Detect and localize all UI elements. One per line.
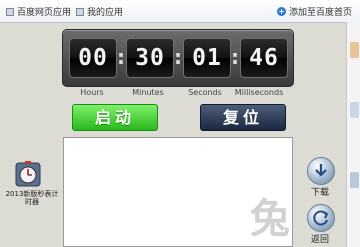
stopwatch-app-icon[interactable]: [14, 160, 42, 188]
download-icon: [315, 164, 327, 177]
seconds-label: Seconds: [188, 88, 222, 97]
minutes-label: Minutes: [132, 88, 164, 97]
plus-icon: +: [277, 7, 286, 16]
separator: :: [231, 45, 239, 69]
separator: :: [174, 45, 182, 69]
download-label: 下载: [310, 188, 329, 198]
stopwatch-display: 00 : 30 : 01 : 46: [62, 29, 294, 87]
my-apps-link[interactable]: 我的应用: [76, 5, 123, 18]
hours-digits: 00: [69, 38, 117, 78]
thumbnail-icon[interactable]: [350, 172, 359, 188]
start-button[interactable]: 启动: [72, 104, 158, 131]
refresh-icon: [313, 210, 329, 226]
back-label: 返回: [310, 235, 329, 245]
right-sidebar-strip: [346, 22, 360, 247]
baidu-apps-link[interactable]: 百度网页应用: [6, 5, 71, 18]
window-icon: [6, 7, 14, 16]
milliseconds-label: Milliseconds: [234, 88, 284, 97]
separator: :: [117, 45, 125, 69]
user-icon: [76, 7, 84, 16]
app-name-label: 2013新版秒表计时器: [5, 190, 59, 206]
add-to-homepage-link[interactable]: + 添加至百度首页: [277, 5, 352, 18]
milliseconds-digits: 46: [240, 38, 288, 78]
back-button[interactable]: [307, 204, 335, 232]
thumbnail-icon[interactable]: [350, 42, 359, 58]
thumbnail-icon[interactable]: [350, 102, 359, 118]
watermark: 兔: [250, 196, 290, 242]
app-toolbar: 百度网页应用 我的应用 + 添加至百度首页: [0, 0, 360, 23]
download-button[interactable]: [307, 157, 335, 185]
hours-label: Hours: [80, 88, 104, 97]
seconds-digits: 01: [183, 38, 231, 78]
minutes-digits: 30: [126, 38, 174, 78]
reset-button[interactable]: 复位: [200, 104, 286, 131]
